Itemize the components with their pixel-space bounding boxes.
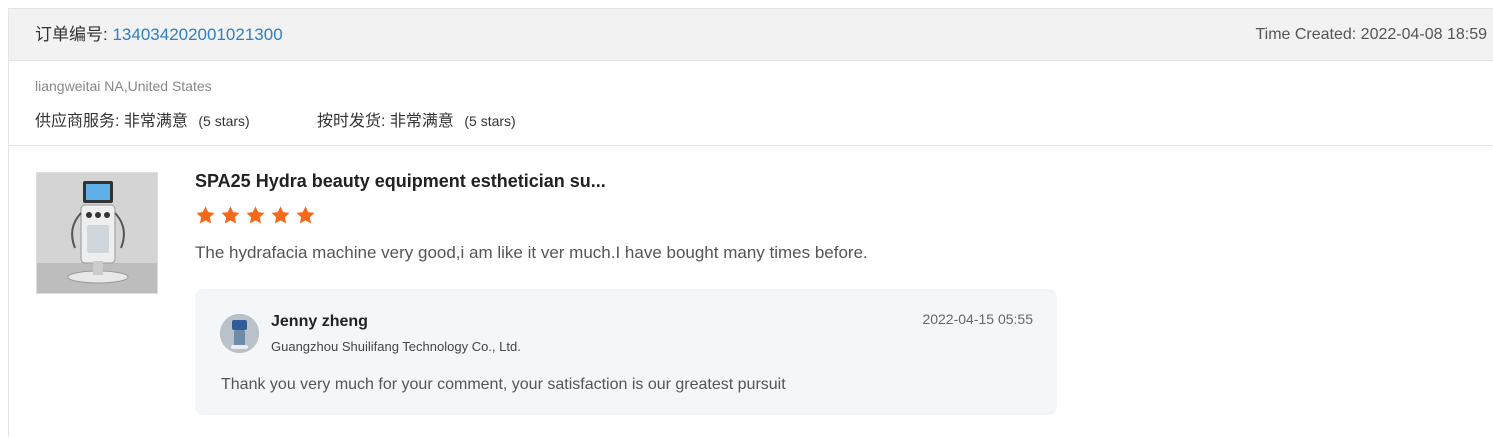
star-icon [246, 206, 265, 224]
order-number-label: 订单编号: [35, 25, 108, 44]
reply-date: 2022-04-15 05:55 [922, 311, 1033, 327]
review-section: SPA25 Hydra beauty equipment esthetician… [9, 146, 1493, 438]
product-thumbnail-icon[interactable] [36, 172, 158, 294]
rating-stars [195, 205, 316, 229]
star-icon [271, 206, 290, 224]
order-number-link[interactable]: 134034202001021300 [112, 25, 282, 44]
star-icon [221, 206, 240, 224]
order-header: 订单编号: 134034202001021300 Time Created: 2… [9, 9, 1493, 61]
on-time-shipping-value: 非常满意 [389, 113, 454, 130]
review-text: The hydrafacia machine very good,i am li… [195, 243, 868, 262]
on-time-shipping-rating: 按时发货: 非常满意 (5 stars) [317, 107, 516, 131]
on-time-shipping-stars: (5 stars) [464, 113, 516, 129]
star-icon [296, 206, 315, 224]
supplier-service-stars: (5 stars) [198, 113, 250, 129]
order-review-card: 订单编号: 134034202001021300 Time Created: 2… [8, 8, 1493, 437]
order-number: 订单编号: 134034202001021300 [35, 25, 283, 45]
supplier-service-value: 非常满意 [123, 113, 188, 130]
product-title-link[interactable]: SPA25 Hydra beauty equipment esthetician… [195, 171, 606, 192]
on-time-shipping-label: 按时发货: [317, 113, 386, 130]
time-created: Time Created: 2022-04-08 18:59 [1255, 26, 1487, 43]
reply-author-name: Jenny zheng [271, 313, 368, 330]
buyer-name-location: liangweitai NA,United States [35, 78, 212, 94]
supplier-service-label: 供应商服务: [35, 113, 120, 130]
supplier-reply: Jenny zheng Guangzhou Shuilifang Technol… [195, 289, 1057, 415]
supplier-service-rating: 供应商服务: 非常满意 (5 stars) [35, 107, 250, 131]
reply-text: Thank you very much for your comment, yo… [221, 376, 786, 393]
buyer-section: liangweitai NA,United States 供应商服务: 非常满意… [9, 61, 1493, 146]
star-icon [196, 206, 215, 224]
reply-company: Guangzhou Shuilifang Technology Co., Ltd… [271, 339, 521, 354]
avatar-icon [220, 314, 259, 353]
